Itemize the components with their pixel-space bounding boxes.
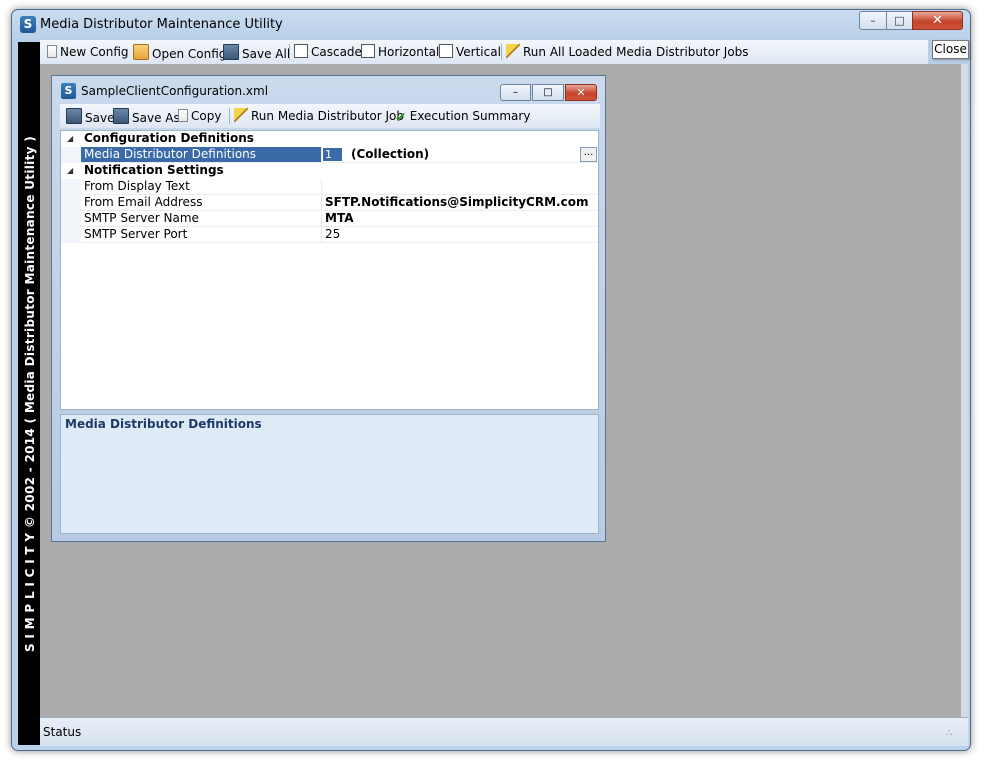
save-all-button[interactable]: Save All [223,44,290,61]
save-button[interactable]: Save [66,108,115,125]
close-tooltip: Close [932,40,969,59]
vertical-button[interactable]: Vertical [439,44,501,61]
new-config-button[interactable]: New Config [47,44,129,61]
property-row[interactable]: SMTP Server Port 25 [61,227,598,243]
row-margin [61,211,81,227]
copy-label: Copy [191,109,222,123]
check-icon: ✔ [395,110,407,126]
property-row[interactable]: Media Distributor Definitions 1 (Collect… [61,147,598,163]
property-value[interactable]: MTA [325,211,353,226]
child-window-icon[interactable]: S [61,83,76,99]
property-name: SMTP Server Port [84,227,188,241]
vertical-label: Vertical [456,45,501,59]
ellipsis-button[interactable]: ... [580,147,597,162]
run-all-jobs-button[interactable]: Run All Loaded Media Distributor Jobs [506,44,749,61]
row-margin [61,147,81,163]
run-all-label: Run All Loaded Media Distributor Jobs [523,45,749,59]
property-name: From Display Text [84,179,190,193]
open-config-button[interactable]: Open Config [133,44,226,61]
open-config-label: Open Config [152,47,227,61]
description-title: Media Distributor Definitions [65,417,262,431]
property-row[interactable]: From Email Address SFTP.Notifications@Si… [61,195,598,211]
minimize-button[interactable]: – [859,11,887,30]
cascade-icon [294,44,308,58]
status-bar [40,717,968,746]
grid-category[interactable]: ◢ Notification Settings [61,163,598,179]
grid-category[interactable]: ◢ Configuration Definitions [61,131,598,147]
maximize-button[interactable]: □ [886,11,913,30]
open-folder-icon [133,44,149,60]
app-icon[interactable]: S [20,16,36,33]
save-all-icon [223,44,239,60]
property-name: From Email Address [84,195,203,209]
run-job-button[interactable]: Run Media Distributor Job [234,108,404,124]
property-value[interactable]: SFTP.Notifications@SimplicityCRM.com [325,195,588,210]
execution-summary-label: Execution Summary [409,109,531,123]
save-label: Save [85,111,115,125]
status-text: Status [43,725,82,739]
execution-summary-button[interactable]: ✔ Execution Summary [395,108,531,126]
row-margin [61,195,81,211]
child-window-title: SampleClientConfiguration.xml [81,84,269,98]
copy-icon [178,109,188,122]
tile-vertical-icon [439,44,453,58]
description-panel [60,414,599,534]
tile-horizontal-icon [361,44,375,58]
new-config-label: New Config [60,45,129,59]
property-name: Media Distributor Definitions [81,147,321,162]
save-as-label: Save As [132,111,180,125]
collapse-arrow-icon[interactable]: ◢ [67,131,73,147]
category-label: Notification Settings [84,163,224,177]
property-name: SMTP Server Name [84,211,199,225]
property-value: (Collection) [351,147,430,161]
cascade-button[interactable]: Cascade [294,44,362,61]
run-icon [506,44,520,58]
copy-button[interactable]: Copy [178,108,221,124]
property-row[interactable]: SMTP Server Name MTA [61,211,598,227]
mdi-scrollbar[interactable] [961,64,968,717]
toolbar-separator [289,44,290,60]
toolbar-separator [501,44,502,60]
save-as-button[interactable]: Save As [113,108,180,125]
branding-text: S I M P L I C I T Y © 2002 - 2014 ( Medi… [23,136,37,653]
horizontal-button[interactable]: Horizontal [361,44,439,61]
child-close-button[interactable]: ✕ [565,84,597,101]
property-row[interactable]: From Display Text [61,179,598,195]
child-minimize-button[interactable]: – [500,84,531,101]
collapse-arrow-icon[interactable]: ◢ [67,163,73,179]
run-icon [234,108,248,122]
collection-count-badge: 1 [323,148,342,161]
save-as-icon [113,108,129,124]
toolbar-separator [229,108,230,124]
horizontal-label: Horizontal [378,45,440,59]
save-all-label: Save All [242,47,291,61]
cascade-label: Cascade [311,45,362,59]
property-value[interactable]: 25 [325,227,340,242]
child-maximize-button[interactable]: □ [532,84,564,101]
save-icon [66,108,82,124]
window-title: Media Distributor Maintenance Utility [40,17,283,32]
row-margin [61,227,81,243]
resize-grip-icon[interactable]: ∴ [946,728,952,739]
new-document-icon [47,45,57,58]
close-button[interactable]: ✕ [912,11,963,30]
category-label: Configuration Definitions [84,131,254,145]
row-margin [61,179,81,195]
run-job-label: Run Media Distributor Job [251,109,404,123]
